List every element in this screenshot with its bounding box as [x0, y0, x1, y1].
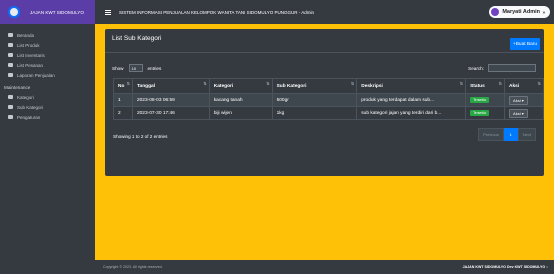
brand[interactable]: JAJAN KWT SIDOMULYO: [0, 0, 95, 24]
card-header: List Sub Kategori +Buat Baru: [105, 29, 544, 53]
sidebar-item-list-inventaris[interactable]: List Inventaris: [0, 50, 95, 60]
table-row: 2 2023-07-30 17:46 biji wijen 1kg sub ka…: [113, 106, 544, 120]
cell-no: 1: [113, 93, 133, 107]
orders-icon: [8, 63, 13, 67]
inventory-icon: [8, 53, 13, 57]
column-header-no[interactable]: No ⇅: [113, 78, 133, 94]
sub-kategori-table: No ⇅ Tanggal ⇅ Kategori ⇅ Sub Kategori ⇅ Des…: [113, 78, 544, 120]
sidebar-header-maintenance: Maintenance: [4, 84, 31, 90]
sidebar-item-sub-kategori[interactable]: Sub Kategori: [0, 102, 95, 112]
cell-aksi: Aksi ▾: [504, 93, 544, 107]
sort-icon: ⇅: [126, 81, 130, 86]
table-info: Showing 1 to 2 of 2 entries: [113, 134, 168, 139]
sidebar-item-kategori[interactable]: Kategori: [0, 92, 95, 102]
app-title: SISTEM INFORMASI PENJUALAN KELOMPOK WANI…: [119, 9, 315, 15]
add-new-button[interactable]: +Buat Baru: [510, 38, 540, 50]
search-input[interactable]: [488, 64, 536, 72]
cell-deskripsi: sub kategori jajan yang terdiri dari b..…: [356, 106, 467, 120]
footer-credits: JAJAN KWT SIDOMULYO Dev KWT SIDOMULYO v: [463, 265, 548, 269]
cell-aksi: Aksi ▾: [504, 106, 544, 120]
search-wrap: Search:: [468, 64, 536, 72]
cell-no: 2: [113, 106, 133, 120]
sort-icon: ⇅: [350, 81, 355, 86]
sub-kategori-card: List Sub Kategori +Buat Baru Show 10 ent…: [105, 29, 544, 176]
sidebar: JAJAN KWT SIDOMULYO Beranda List Produk …: [0, 0, 95, 274]
sort-icon: ⇅: [498, 81, 503, 86]
status-badge: Tersedia: [470, 110, 489, 116]
column-header-kategori[interactable]: Kategori ⇅: [208, 78, 273, 94]
sidebar-nav: Beranda List Produk List Inventaris List…: [0, 24, 95, 122]
sidebar-item-pengaturan[interactable]: Pengaturan: [0, 112, 95, 122]
page-1-button[interactable]: 1: [503, 128, 518, 141]
sidebar-item-beranda[interactable]: Beranda: [0, 30, 95, 40]
cell-kategori: biji wijen: [208, 106, 273, 120]
cell-status: Tersedia: [465, 106, 506, 120]
topbar: SISTEM INFORMASI PENJUALAN KELOMPOK WANI…: [95, 0, 554, 24]
main-content: List Sub Kategori +Buat Baru Show 10 ent…: [95, 24, 554, 260]
cell-status: Tersedia: [465, 93, 506, 107]
page-footer: Copyright © 2023. All rights reserved. J…: [0, 260, 554, 274]
aksi-dropdown-button[interactable]: Aksi ▾: [509, 108, 528, 118]
sidebar-item-label: Pengaturan: [17, 114, 41, 120]
brand-text: JAJAN KWT SIDOMULYO: [30, 9, 84, 15]
previous-page-button[interactable]: Previous: [478, 128, 504, 141]
dashboard-icon: [8, 33, 13, 37]
sidebar-item-label: Sub Kategori: [17, 104, 44, 110]
sidebar-item-label: List Produk: [17, 42, 40, 48]
sidebar-item-laporan-penjualan[interactable]: Laporan Penjualan: [0, 70, 95, 80]
show-label: Show: [112, 65, 124, 71]
footer-dev-link[interactable]: Dev KWT SIDOMULYO: [507, 265, 545, 269]
search-label: Search:: [468, 65, 484, 71]
subcategory-icon: [8, 105, 13, 109]
chevron-down-icon: ▼: [542, 9, 546, 15]
next-page-button[interactable]: Next: [517, 128, 536, 141]
cell-tanggal: 2023-08-03 06:59: [131, 93, 210, 107]
avatar: [491, 8, 500, 16]
table-header-row: No ⇅ Tanggal ⇅ Kategori ⇅ Sub Kategori ⇅ Des…: [113, 78, 544, 94]
gear-icon: [8, 115, 13, 119]
cell-kategori: kacang tanah: [208, 93, 273, 107]
status-badge: Tersedia: [470, 97, 489, 103]
sidebar-item-label: List Inventaris: [17, 52, 45, 58]
footer-version: v: [546, 265, 548, 269]
report-icon: [8, 73, 13, 77]
entries-select[interactable]: 10: [128, 64, 143, 72]
column-header-deskripsi[interactable]: Deskripsi ⇅: [356, 78, 467, 94]
column-header-aksi[interactable]: Aksi ⇅: [504, 78, 544, 94]
category-icon: [8, 95, 13, 99]
column-header-sub-kategori[interactable]: Sub Kategori ⇅: [271, 78, 358, 94]
cell-tanggal: 2023-07-30 17:46: [131, 106, 210, 120]
column-header-tanggal[interactable]: Tanggal ⇅: [131, 78, 210, 94]
sidebar-item-list-produk[interactable]: List Produk: [0, 40, 95, 50]
user-menu-button[interactable]: Maryati Admin ▼: [489, 6, 550, 18]
aksi-dropdown-button[interactable]: Aksi ▾: [509, 95, 528, 105]
sidebar-item-label: Laporan Penjualan: [17, 72, 55, 78]
pagination: Previous 1 Next: [478, 128, 536, 141]
footer-app-name: JAJAN KWT SIDOMULYO: [462, 265, 506, 269]
sort-icon: ⇅: [266, 81, 270, 86]
sort-icon: ⇅: [459, 81, 464, 86]
cell-deskripsi: produk yang terdapat dalam sub...: [356, 93, 467, 107]
table-controls: Show 10 entries Search:: [112, 63, 536, 73]
list-icon: [8, 43, 13, 47]
table-row: 1 2023-08-03 06:59 kacang tanah 500gr pr…: [113, 93, 544, 107]
copyright-text: Copyright © 2023. All rights reserved.: [103, 265, 163, 269]
cell-sub-kategori: 1kg: [271, 106, 358, 120]
cell-sub-kategori: 500gr: [271, 93, 358, 107]
sidebar-item-label: Beranda: [17, 32, 35, 38]
sidebar-item-label: List Pesanan: [17, 62, 44, 68]
sort-icon: ⇅: [203, 81, 207, 86]
menu-toggle-icon[interactable]: [105, 9, 111, 15]
entries-label: entries: [147, 65, 162, 71]
user-name: Maryati Admin: [502, 9, 541, 15]
brand-logo-icon: [8, 6, 20, 18]
sort-icon: ⇅: [537, 81, 541, 86]
card-title: List Sub Kategori: [112, 35, 162, 42]
column-header-status[interactable]: Status ⇅: [465, 78, 506, 94]
sidebar-item-label: Kategori: [17, 94, 34, 100]
sidebar-item-list-pesanan[interactable]: List Pesanan: [0, 60, 95, 70]
